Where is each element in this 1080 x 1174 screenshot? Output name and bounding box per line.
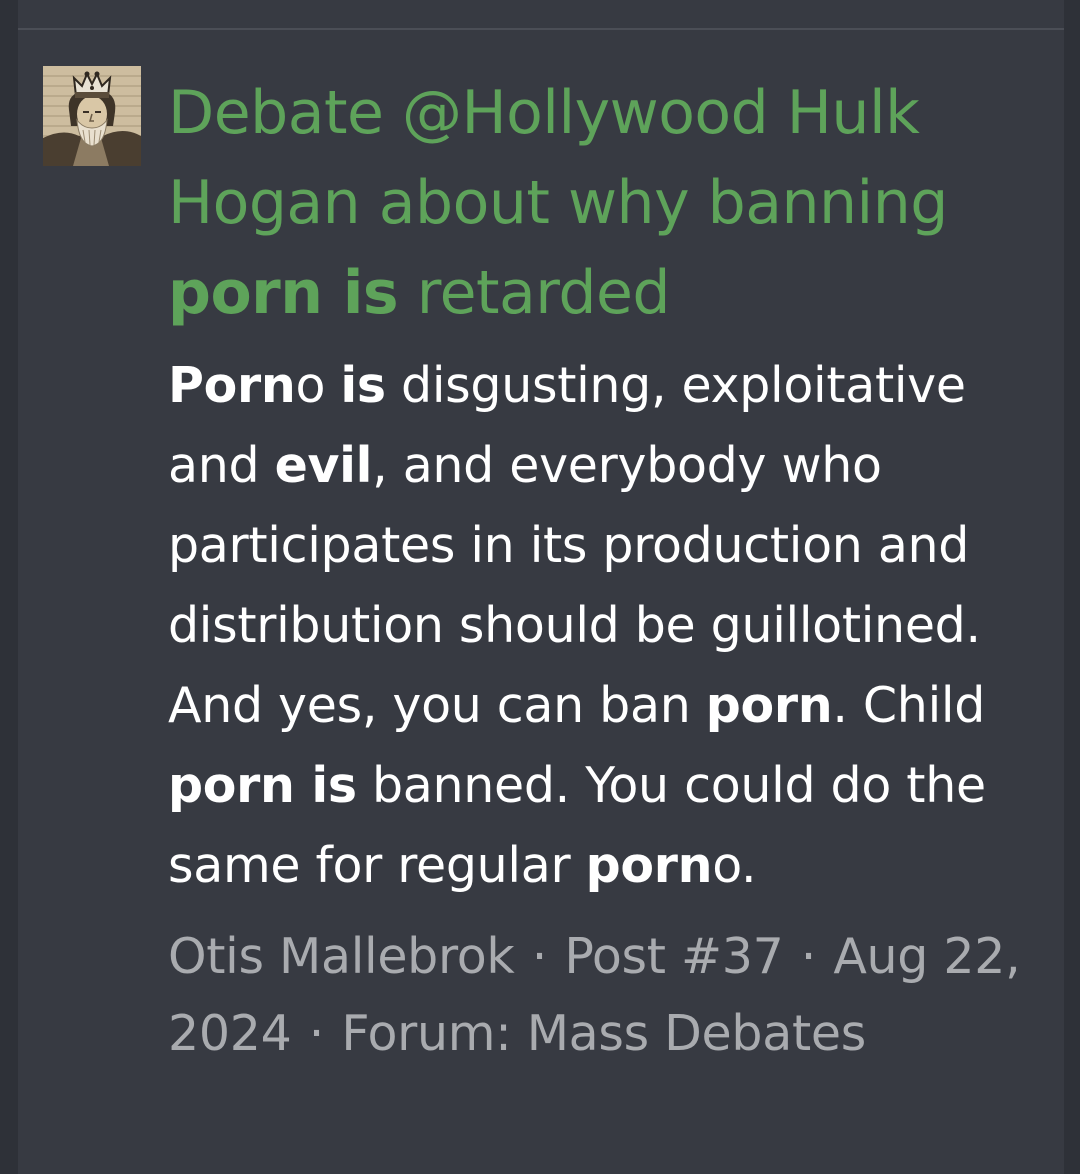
result-meta: Otis Mallebrok · Post #37 · Aug 22, 2024… — [168, 918, 1048, 1072]
author-link[interactable]: Otis Mallebrok — [168, 928, 515, 985]
post-number-link[interactable]: Post #37 — [564, 928, 783, 985]
title-text: Debate @Hollywood Hulk Hogan about why b… — [168, 78, 948, 238]
snippet-text: . Child — [832, 677, 985, 734]
snippet-text: o. — [712, 837, 757, 894]
divider — [18, 28, 1064, 30]
title-text-end: retarded — [398, 258, 671, 328]
snippet-highlight: evil — [274, 437, 373, 494]
meta-separator: · — [531, 928, 548, 985]
title-highlight: porn is — [168, 258, 399, 328]
snippet-highlight: porn — [585, 837, 713, 894]
forum-link[interactable]: Forum: Mass Debates — [341, 1005, 866, 1062]
meta-separator: · — [308, 1005, 325, 1062]
result-content: Debate @Hollywood Hulk Hogan about why b… — [168, 68, 1048, 1072]
snippet-highlight: Porn — [168, 357, 296, 414]
meta-separator: · — [800, 928, 817, 985]
crowned-king-portrait-icon — [43, 66, 141, 166]
snippet-highlight: porn — [705, 677, 833, 734]
avatar[interactable] — [43, 66, 141, 166]
result-snippet: Porno is disgusting, exploitative and ev… — [168, 346, 1048, 906]
search-results-page: Debate @Hollywood Hulk Hogan about why b… — [0, 0, 1080, 1174]
snippet-text: o — [295, 357, 341, 414]
snippet-highlight: porn is — [168, 757, 357, 814]
result-title-link[interactable]: Debate @Hollywood Hulk Hogan about why b… — [168, 68, 1048, 338]
snippet-highlight: is — [340, 357, 386, 414]
